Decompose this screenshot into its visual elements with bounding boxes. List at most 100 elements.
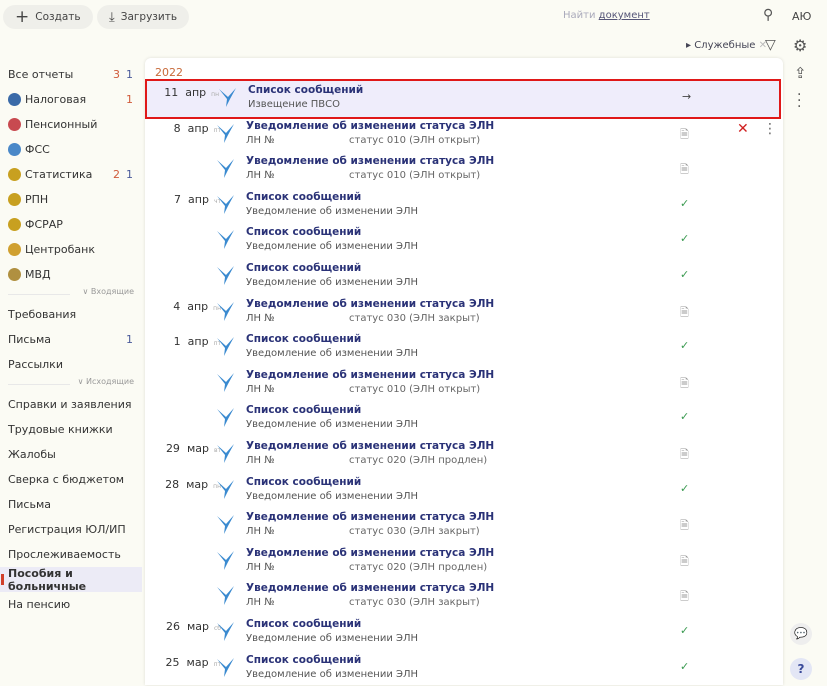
row-title[interactable]: Список сообщений bbox=[246, 191, 361, 203]
table-row[interactable]: 4 апр пн Уведомление об изменении статуса … bbox=[145, 295, 781, 331]
plus-icon: + bbox=[15, 7, 30, 27]
sidebar-item-out-0[interactable]: Справки и заявления bbox=[0, 392, 142, 417]
table-row[interactable]: Список сообщений Уведомление об изменении… bbox=[145, 401, 781, 437]
row-date: 11 апр пн bbox=[164, 86, 219, 99]
sidebar-item-1[interactable]: Налоговая 1 bbox=[0, 87, 142, 112]
row-subtitle: ЛН № bbox=[246, 455, 275, 466]
row-title[interactable]: Список сообщений bbox=[246, 333, 361, 345]
sidebar-item-4[interactable]: Статистика 2 1 bbox=[0, 162, 142, 187]
row-title[interactable]: Список сообщений bbox=[246, 404, 361, 416]
sidebar-item-label: ФСРАР bbox=[25, 218, 63, 231]
row-title[interactable]: Уведомление об изменении статуса ЭЛН bbox=[246, 298, 494, 310]
sidebar-item-3[interactable]: ФСС bbox=[0, 137, 142, 162]
sidebar-item-label: Справки и заявления bbox=[8, 398, 132, 411]
check-icon: ✓ bbox=[680, 410, 690, 424]
row-title[interactable]: Уведомление об изменении статуса ЭЛН bbox=[246, 440, 494, 452]
sidebar-item-out-3[interactable]: Сверка с бюджетом bbox=[0, 467, 142, 492]
row-date: 7 апр чт bbox=[174, 192, 221, 206]
sidebar-item-out-2[interactable]: Жалобы bbox=[0, 442, 142, 467]
delete-icon[interactable]: ✕ bbox=[737, 121, 749, 137]
sidebar-item-out-7[interactable]: Пособия и больничные bbox=[0, 567, 142, 593]
row-status: статус 030 (ЭЛН закрыт) bbox=[349, 597, 480, 609]
fss-bird-icon bbox=[217, 194, 234, 214]
sidebar-item-in-1[interactable]: Письма 1 bbox=[0, 327, 142, 352]
table-row[interactable]: Список сообщений Уведомление об изменении… bbox=[145, 259, 781, 295]
table-row[interactable]: 28 мар пн Список сообщений Уведомление об и… bbox=[145, 473, 781, 509]
row-title[interactable]: Уведомление об изменении статуса ЭЛН bbox=[246, 547, 494, 559]
more-vertical-icon[interactable]: ⋮ bbox=[763, 121, 777, 137]
sidebar-item-label: РПН bbox=[25, 193, 49, 206]
search-document-link[interactable]: документ bbox=[599, 10, 650, 21]
sidebar-item-5[interactable]: РПН bbox=[0, 187, 142, 212]
agency-emblem-icon bbox=[8, 243, 21, 256]
row-status: статус 030 (ЭЛН закрыт) bbox=[349, 312, 480, 324]
sidebar-item-label: На пенсию bbox=[8, 598, 71, 611]
sidebar-item-label: Трудовые книжки bbox=[8, 423, 113, 436]
help-icon[interactable]: ? bbox=[790, 658, 812, 680]
row-title[interactable]: Уведомление об изменении статуса ЭЛН bbox=[246, 511, 494, 523]
search-input[interactable]: Найти документ bbox=[563, 10, 650, 21]
document-icon: 🗎 bbox=[680, 554, 689, 568]
more-vertical-icon[interactable]: · · · bbox=[797, 88, 801, 114]
row-title[interactable]: Уведомление об изменении статуса ЭЛН bbox=[246, 120, 494, 132]
gear-icon[interactable]: ⚙ bbox=[793, 36, 807, 55]
row-title[interactable]: Список сообщений bbox=[246, 262, 361, 274]
search-icon[interactable]: ⚲ bbox=[763, 7, 773, 23]
table-row[interactable]: Уведомление об изменении статуса ЭЛН ЛН №… bbox=[145, 366, 781, 402]
row-subtitle: ЛН № bbox=[246, 383, 275, 395]
row-title[interactable]: Список сообщений bbox=[246, 476, 361, 488]
sidebar-item-7[interactable]: Центробанк bbox=[0, 237, 142, 262]
filter-icon[interactable]: ▽ bbox=[765, 37, 776, 53]
row-title[interactable]: Список сообщений bbox=[246, 226, 361, 238]
fss-bird-icon bbox=[217, 372, 234, 392]
table-row[interactable]: 29 мар вт Уведомление об изменении статуса… bbox=[145, 437, 781, 473]
table-row[interactable]: Уведомление об изменении статуса ЭЛН ЛН №… bbox=[145, 544, 781, 580]
row-title[interactable]: Уведомление об изменении статуса ЭЛН bbox=[246, 155, 494, 167]
filter-tag[interactable]: ▸ Служебные ✕ bbox=[686, 40, 767, 51]
outgoing-section-header[interactable]: ∨ Исходящие bbox=[0, 377, 142, 392]
row-title[interactable]: Уведомление об изменении статуса ЭЛН bbox=[246, 369, 494, 381]
table-row[interactable]: Уведомление об изменении статуса ЭЛН ЛН №… bbox=[145, 152, 781, 188]
table-row[interactable]: 7 апр чт Список сообщений Уведомление об из… bbox=[145, 188, 781, 224]
sidebar-item-out-6[interactable]: Прослеживаемость bbox=[0, 542, 142, 567]
sidebar-item-0[interactable]: Все отчеты 3 1 bbox=[0, 62, 142, 87]
create-button[interactable]: + Создать bbox=[3, 5, 93, 29]
sidebar-item-out-4[interactable]: Письма bbox=[0, 492, 142, 517]
table-row[interactable]: Список сообщений Уведомление об изменении… bbox=[145, 223, 781, 259]
sidebar-item-label: Сверка с бюджетом bbox=[8, 473, 125, 486]
sidebar-item-8[interactable]: МВД bbox=[0, 262, 142, 287]
upload-button[interactable]: ⤓ Загрузить bbox=[97, 5, 190, 29]
row-title[interactable]: Уведомление об изменении статуса ЭЛН bbox=[246, 582, 494, 594]
sidebar-item-out-5[interactable]: Регистрация ЮЛ/ИП bbox=[0, 517, 142, 542]
chat-icon[interactable]: 💬 bbox=[790, 623, 812, 645]
incoming-section-header[interactable]: ∨ Входящие bbox=[0, 287, 142, 302]
sidebar-item-6[interactable]: ФСРАР bbox=[0, 212, 142, 237]
sidebar-item-out-8[interactable]: На пенсию bbox=[0, 592, 142, 617]
document-icon: 🗎 bbox=[680, 305, 689, 319]
row-status: статус 010 (ЭЛН открыт) bbox=[349, 134, 481, 146]
table-row[interactable]: 26 мар сб Список сообщений Уведомление об и… bbox=[145, 615, 781, 651]
table-row[interactable]: 25 мар пт Список сообщений Уведомление об и… bbox=[145, 651, 781, 686]
sidebar-item-2[interactable]: Пенсионный bbox=[0, 112, 142, 137]
sidebar-item-in-0[interactable]: Требования bbox=[0, 302, 142, 327]
table-row[interactable]: 1 апр пт Список сообщений Уведомление об из… bbox=[145, 330, 781, 366]
document-icon: 🗎 bbox=[680, 163, 689, 177]
table-row[interactable]: 11 апр пн Список сообщений Извещение ПВСО → bbox=[145, 79, 781, 119]
sidebar-item-label: Рассылки bbox=[8, 358, 63, 371]
sidebar-item-in-2[interactable]: Рассылки bbox=[0, 352, 142, 377]
export-icon[interactable]: ⇪ bbox=[794, 64, 807, 82]
row-title[interactable]: Список сообщений bbox=[248, 84, 363, 96]
table-row[interactable]: 8 апр пт Уведомление об изменении статуса … bbox=[145, 117, 781, 153]
row-title[interactable]: Список сообщений bbox=[246, 654, 361, 666]
sidebar-item-out-1[interactable]: Трудовые книжки bbox=[0, 417, 142, 442]
table-row[interactable]: Уведомление об изменении статуса ЭЛН ЛН №… bbox=[145, 579, 781, 615]
row-date: 8 апр пт bbox=[173, 121, 221, 135]
row-title[interactable]: Список сообщений bbox=[246, 618, 361, 630]
table-row[interactable]: Уведомление об изменении статуса ЭЛН ЛН №… bbox=[145, 508, 781, 544]
user-avatar[interactable]: AЮ bbox=[792, 10, 811, 23]
row-subtitle: ЛН № bbox=[246, 526, 275, 538]
row-subtitle: Уведомление об изменении ЭЛН bbox=[246, 633, 419, 644]
fss-bird-icon bbox=[217, 123, 234, 143]
row-subtitle: ЛН № bbox=[246, 134, 275, 146]
download-icon: ⤓ bbox=[109, 9, 115, 25]
